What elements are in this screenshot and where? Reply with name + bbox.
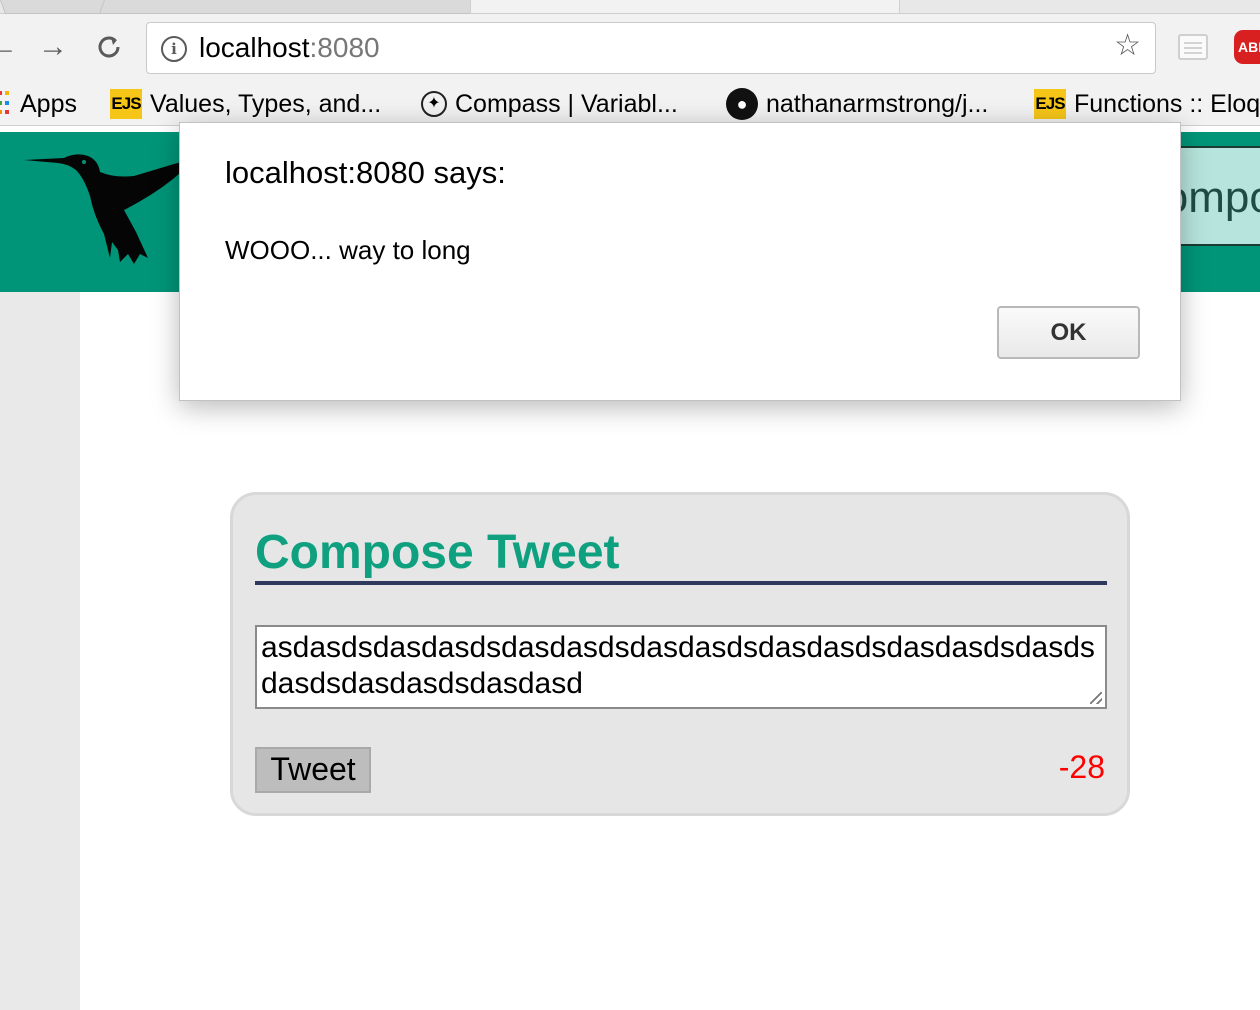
browser-tab[interactable] — [98, 0, 488, 14]
character-counter: -28 — [1058, 749, 1105, 785]
compass-icon: ✦ — [421, 91, 447, 117]
back-arrow-icon[interactable]: ← — [0, 30, 20, 64]
dialog-title: localhost:8080 says: — [225, 155, 506, 190]
bookmark-star-icon[interactable]: ☆ — [1114, 31, 1141, 61]
bookmark-label: Values, Types, and... — [150, 89, 382, 118]
bookmark-label: Compass | Variabl... — [455, 89, 678, 118]
apps-icon — [0, 91, 12, 117]
compose-tweet-panel: Compose Tweet asdasdsdasdasdsdasdasdsdas… — [230, 492, 1130, 816]
alert-dialog: localhost:8080 says: WOOO... way to long… — [179, 122, 1181, 401]
compose-title: Compose Tweet — [255, 527, 1107, 585]
forward-arrow-icon[interactable]: → — [36, 30, 70, 64]
url-port: :8080 — [309, 32, 380, 63]
bookmark-label: Apps — [20, 89, 77, 118]
info-icon[interactable]: i — [161, 36, 187, 62]
left-rail — [0, 292, 80, 1010]
ejs-icon: EJS — [110, 89, 142, 119]
hummingbird-logo-icon — [24, 154, 192, 264]
url-text[interactable]: localhost:8080 — [199, 33, 380, 63]
resize-handle-icon[interactable] — [1090, 692, 1102, 704]
github-icon: ● — [726, 88, 758, 120]
dialog-message: WOOO... way to long — [225, 235, 471, 265]
bookmarks-bar: Apps EJS Values, Types, and... ✦ Compass… — [0, 82, 1260, 126]
tweet-button[interactable]: Tweet — [255, 747, 371, 793]
bookmark-values-types[interactable]: EJS Values, Types, and... — [110, 88, 381, 120]
address-bar[interactable]: i localhost:8080 ☆ — [146, 22, 1156, 74]
adblock-icon[interactable]: ABP — [1234, 30, 1260, 64]
extension-icon[interactable] — [1178, 34, 1208, 60]
reload-icon[interactable] — [92, 30, 126, 64]
bookmark-github[interactable]: ● nathanarmstrong/j... — [726, 88, 988, 120]
tweet-textarea[interactable]: asdasdsdasdasdsdasdasdsdasdasdsdasdasdsd… — [255, 625, 1107, 709]
bookmark-label: nathanarmstrong/j... — [766, 89, 989, 118]
bookmark-label: Functions :: Eloq — [1074, 89, 1260, 118]
tab-strip — [0, 0, 1260, 14]
browser-tab-active[interactable] — [470, 0, 900, 14]
bookmark-compass[interactable]: ✦ Compass | Variabl... — [421, 88, 678, 120]
bookmark-apps[interactable]: Apps — [0, 88, 77, 120]
bookmark-functions[interactable]: EJS Functions :: Eloq — [1034, 88, 1260, 120]
url-host: localhost — [199, 32, 310, 63]
ejs-icon: EJS — [1034, 89, 1066, 119]
browser-toolbar: ← → i localhost:8080 ☆ ABP — [0, 14, 1260, 82]
browser-tab[interactable] — [0, 0, 114, 14]
ok-button[interactable]: OK — [997, 306, 1140, 359]
